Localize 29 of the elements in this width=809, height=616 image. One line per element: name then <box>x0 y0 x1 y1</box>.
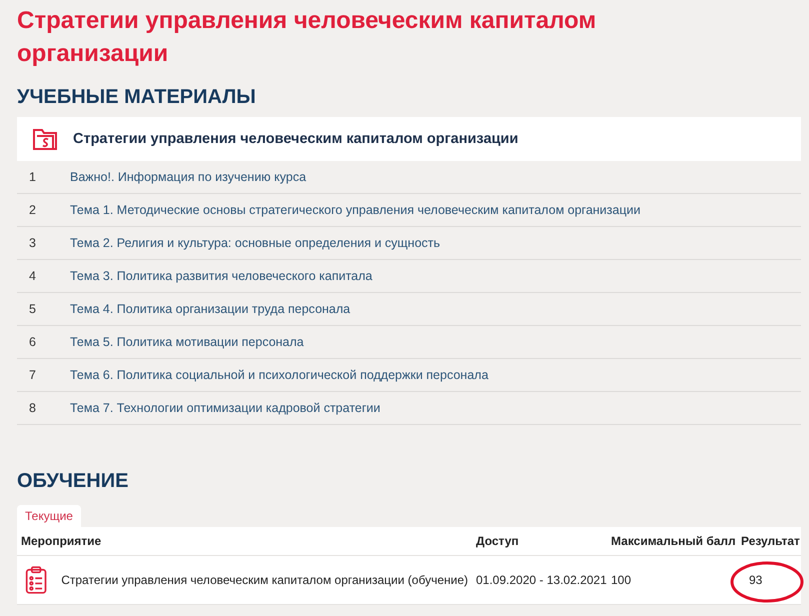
item-number: 7 <box>28 368 37 382</box>
material-link[interactable]: Тема 6. Политика социальной и психологической поддержки персонала <box>70 368 488 382</box>
material-link[interactable]: Тема 1. Методические основы стратегического управления человеческим капиталом организации <box>70 203 640 217</box>
item-number: 8 <box>28 401 37 415</box>
material-link[interactable]: Тема 7. Технологии оптимизации кадровой стратегии <box>70 401 380 415</box>
page-title: Стратегии управления человеческим капиталом организации <box>17 6 598 69</box>
item-number: 3 <box>28 236 37 250</box>
item-number: 1 <box>28 170 37 184</box>
material-link[interactable]: Тема 3. Политика развития человеческого капитала <box>70 269 372 283</box>
tab[interactable]: Текущие <box>17 505 81 527</box>
item-number: 2 <box>28 203 37 217</box>
column-header: Доступ <box>475 533 520 550</box>
access-dates: 01.09.2020 - 13.02.2021 <box>475 573 608 587</box>
material-link[interactable]: Тема 5. Политика мотивации персонала <box>70 335 304 349</box>
item-number: 4 <box>28 269 37 283</box>
item-number: 5 <box>28 302 37 316</box>
column-header: Максимальный балл <box>610 533 737 550</box>
course-title: Стратегии управления человеческим капиталом организации <box>73 131 518 147</box>
material-link[interactable]: Важно!. Информация по изучению курса <box>70 170 306 184</box>
max-score: 100 <box>610 573 632 587</box>
result-score: 93 <box>748 573 764 587</box>
section-heading: УЧЕБНЫЕ МАТЕРИАЛЫ <box>17 85 257 109</box>
column-header: Мероприятие <box>20 533 102 550</box>
material-link[interactable]: Тема 4. Политика организации труда персонала <box>70 302 350 316</box>
event-name: Стратегии управления человеческим капиталом организации (обучение) <box>60 573 469 587</box>
section-heading: ОБУЧЕНИЕ <box>17 469 130 493</box>
column-header: Результат <box>740 533 801 550</box>
material-link[interactable]: Тема 2. Религия и культура: основные определения и сущность <box>70 236 440 250</box>
item-number: 6 <box>28 335 37 349</box>
